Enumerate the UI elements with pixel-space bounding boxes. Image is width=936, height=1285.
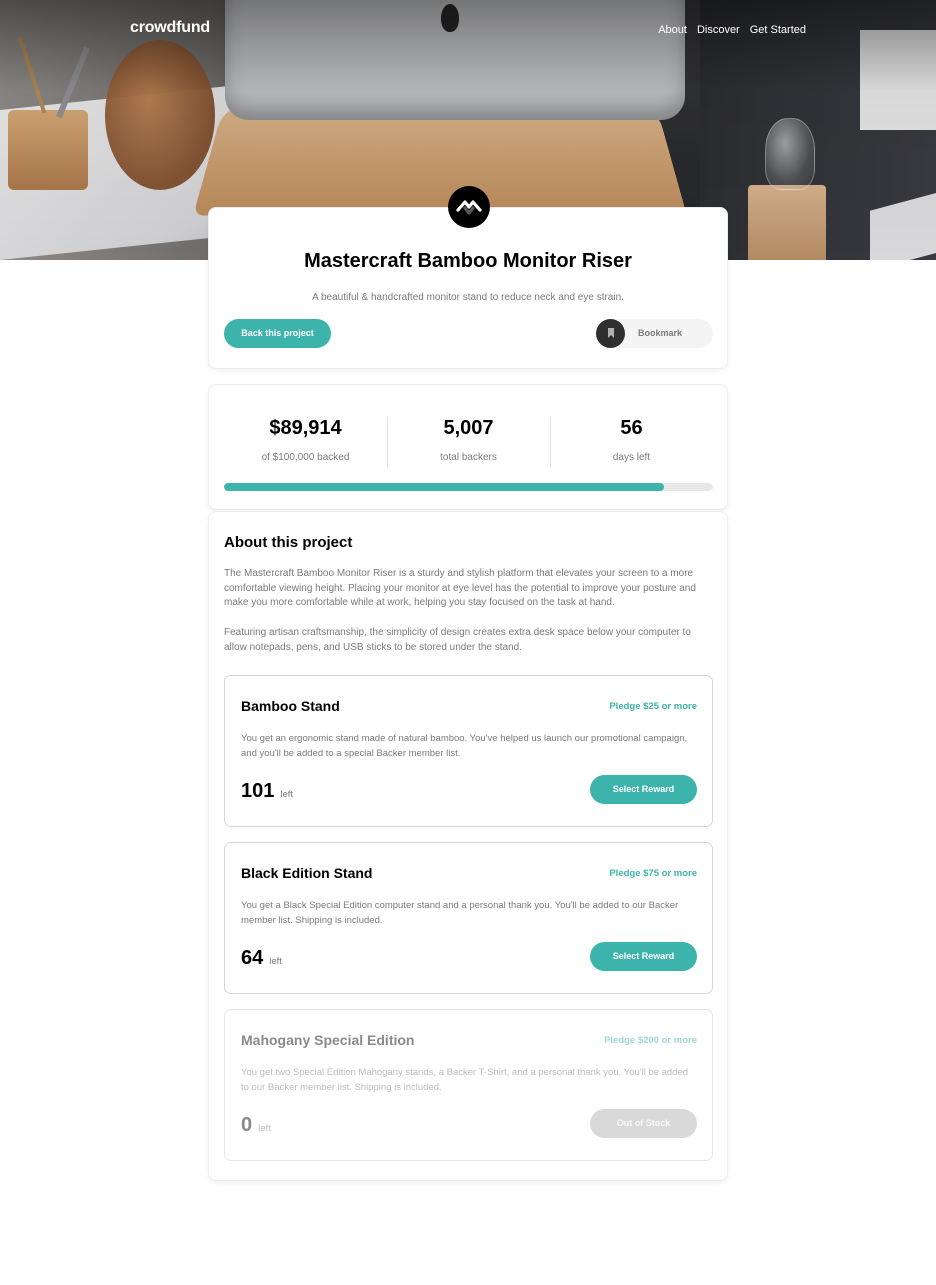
nav-link-discover[interactable]: Discover xyxy=(697,24,740,36)
reward-left-label: left xyxy=(258,1123,271,1134)
reward-pledge: Pledge $200 or more xyxy=(604,1035,697,1046)
project-description: A beautiful & handcrafted monitor stand … xyxy=(312,292,624,303)
crowdfund-logo[interactable]: crowdfund xyxy=(130,19,210,37)
top-nav: crowdfund About Discover Get Started xyxy=(0,0,936,60)
stat-value: 5,007 xyxy=(443,417,494,439)
bookmark-label: Bookmark xyxy=(638,328,683,338)
stats-card: $89,914 of $100,000 backed 5,007 total b… xyxy=(208,384,728,510)
stat-backers: 5,007 total backers xyxy=(387,415,550,467)
mastercraft-logo-icon xyxy=(448,186,490,228)
nav-links: About Discover Get Started xyxy=(658,24,806,36)
stat-value: 56 xyxy=(620,417,643,439)
nav-link-get-started[interactable]: Get Started xyxy=(750,24,806,36)
reward-title: Bamboo Stand xyxy=(241,698,340,714)
project-intro-card: Mastercraft Bamboo Monitor Riser A beaut… xyxy=(208,186,728,369)
select-reward-button[interactable]: Select Reward xyxy=(590,942,697,971)
stat-value: $89,914 xyxy=(269,417,342,439)
stats-row: $89,914 of $100,000 backed 5,007 total b… xyxy=(224,415,713,467)
bookmark-button[interactable]: Bookmark xyxy=(596,319,713,348)
reward-card-mahogany-edition: Mahogany Special Edition Pledge $200 or … xyxy=(224,1009,713,1161)
project-title: Mastercraft Bamboo Monitor Riser xyxy=(304,250,632,272)
reward-description: You get a Black Special Edition computer… xyxy=(241,900,679,926)
reward-title: Mahogany Special Edition xyxy=(241,1032,415,1048)
reward-description: You get two Special Edition Mahogany sta… xyxy=(241,1067,689,1093)
bookmark-icon xyxy=(596,319,625,348)
reward-card-black-edition: Black Edition Stand Pledge $75 or more Y… xyxy=(224,842,713,994)
reward-stock: 0 left xyxy=(241,1114,271,1137)
about-paragraph: The Mastercraft Bamboo Monitor Riser is … xyxy=(224,568,696,609)
reward-card-bamboo-stand: Bamboo Stand Pledge $25 or more You get … xyxy=(224,675,713,827)
stat-label: of $100,000 backed xyxy=(261,452,350,463)
funding-progress-bar xyxy=(224,483,713,491)
funding-progress-fill xyxy=(224,483,664,491)
reward-stock: 64 left xyxy=(241,947,282,970)
reward-stock: 101 left xyxy=(241,780,293,803)
stat-label: days left xyxy=(612,452,651,463)
about-card: About this project The Mastercraft Bambo… xyxy=(208,511,728,1181)
reward-count: 0 xyxy=(241,1114,253,1136)
reward-count: 101 xyxy=(241,780,275,802)
nav-link-about[interactable]: About xyxy=(658,24,687,36)
stat-label: total backers xyxy=(440,452,497,463)
stat-days-left: 56 days left xyxy=(550,415,713,467)
back-project-button[interactable]: Back this project xyxy=(224,319,331,348)
reward-title: Black Edition Stand xyxy=(241,865,373,881)
about-paragraph: Featuring artisan craftsmanship, the sim… xyxy=(224,627,691,653)
select-reward-button[interactable]: Select Reward xyxy=(590,775,697,804)
reward-pledge: Pledge $25 or more xyxy=(609,701,697,712)
out-of-stock-button: Out of Stock xyxy=(590,1109,697,1138)
stat-backed: $89,914 of $100,000 backed xyxy=(224,415,387,467)
about-title: About this project xyxy=(224,534,353,551)
reward-pledge: Pledge $75 or more xyxy=(609,868,697,879)
reward-left-label: left xyxy=(280,789,294,800)
reward-count: 64 xyxy=(241,947,264,969)
reward-description: You get an ergonomic stand made of natur… xyxy=(241,733,688,759)
reward-left-label: left xyxy=(269,956,282,967)
